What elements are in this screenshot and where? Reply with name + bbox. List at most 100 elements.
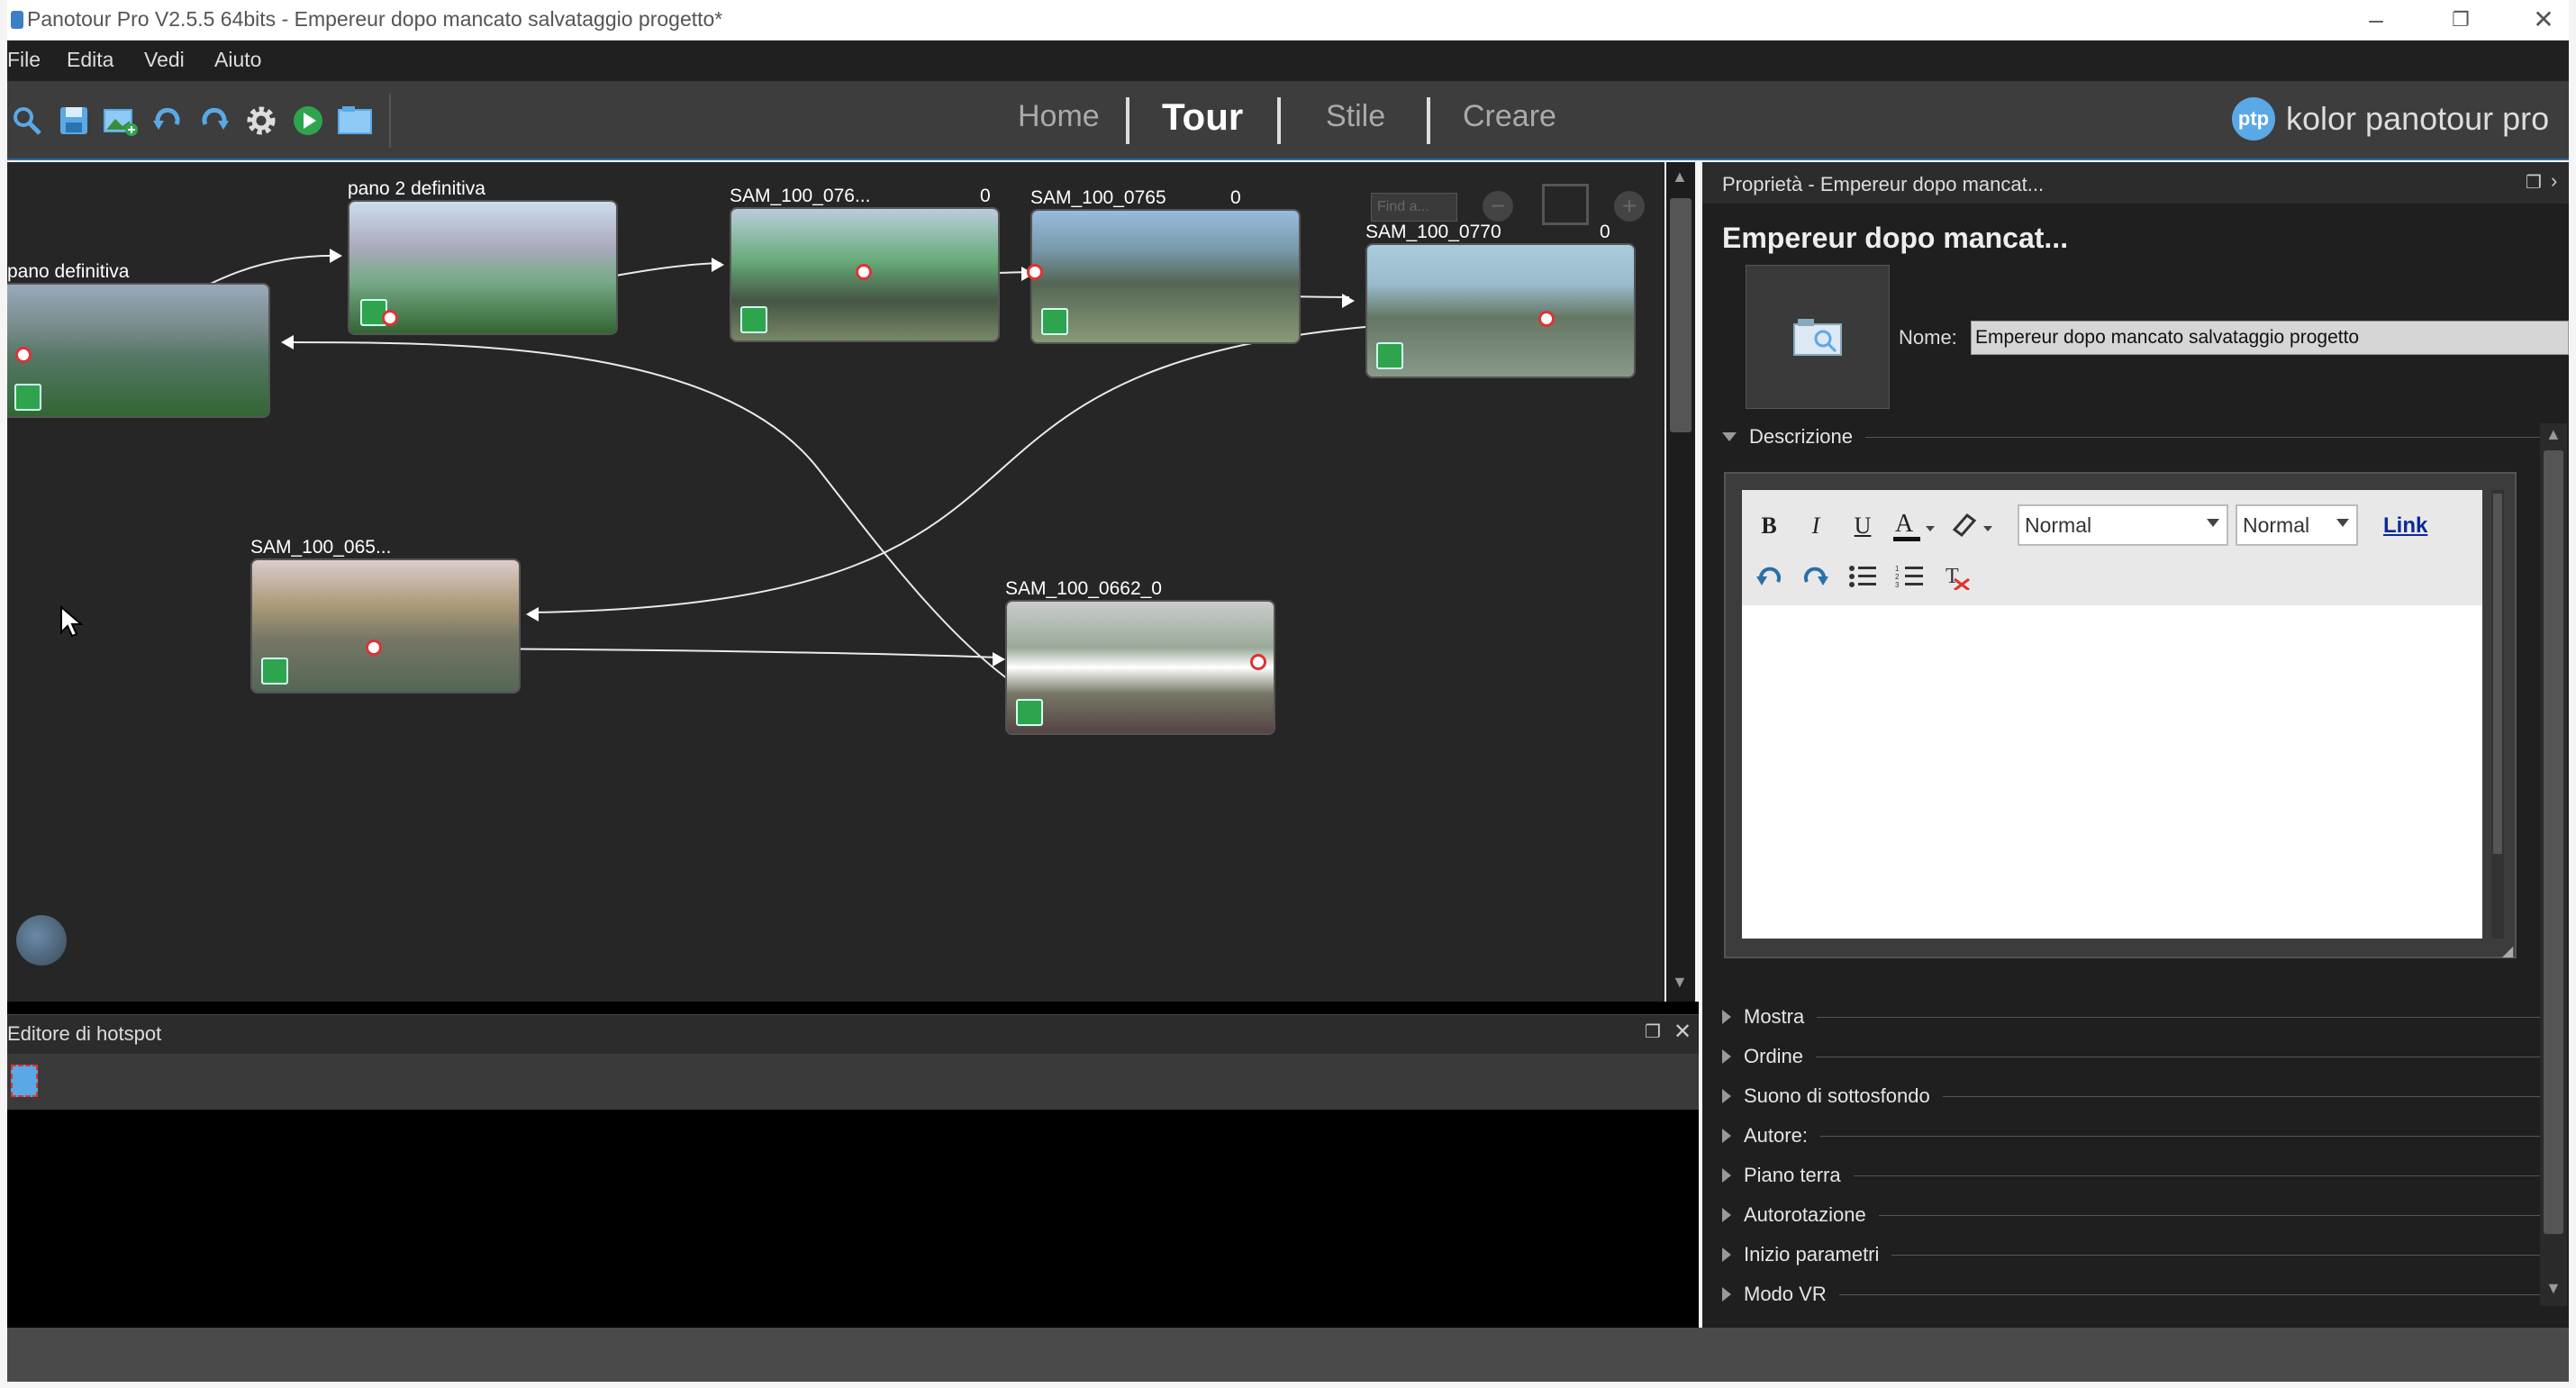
editor-redo-icon[interactable] bbox=[1796, 557, 1836, 596]
hotspot-point[interactable] bbox=[856, 264, 872, 280]
minimize-button[interactable]: – bbox=[2358, 4, 2394, 36]
text-color-icon: A bbox=[1893, 510, 1935, 541]
hotspot-point[interactable] bbox=[15, 347, 32, 363]
undo-icon[interactable] bbox=[148, 101, 187, 141]
fit-view-icon[interactable] bbox=[1542, 184, 1589, 225]
folder-icon[interactable] bbox=[335, 101, 375, 141]
editor-scroll-thumb[interactable] bbox=[2493, 494, 2502, 854]
hotspot-point[interactable] bbox=[366, 640, 382, 656]
expand-triangle-icon bbox=[1722, 1129, 1731, 1143]
font-size-select[interactable]: Normal bbox=[2236, 504, 2358, 546]
numbered-list-icon[interactable]: 123 bbox=[1890, 557, 1929, 596]
pano-node[interactable] bbox=[1005, 600, 1275, 735]
menu-edita[interactable]: Edita bbox=[67, 48, 113, 72]
panel-close-icon[interactable]: › bbox=[2551, 169, 2557, 193]
redo-icon[interactable] bbox=[195, 101, 234, 141]
close-button[interactable]: ✕ bbox=[2526, 4, 2562, 36]
float-panel-icon[interactable]: ❐ bbox=[2526, 171, 2542, 194]
properties-heading: Empereur dopo mancat... bbox=[1722, 222, 2069, 254]
expand-triangle-icon bbox=[1722, 1287, 1731, 1302]
menu-vedi[interactable]: Vedi bbox=[144, 48, 185, 72]
close-panel-icon[interactable]: ✕ bbox=[1673, 1019, 1692, 1045]
save-icon[interactable] bbox=[54, 101, 94, 141]
expand-triangle-icon bbox=[1722, 1208, 1731, 1222]
zoom-out-icon[interactable]: − bbox=[1483, 191, 1513, 222]
search-icon[interactable] bbox=[7, 101, 47, 141]
editor-undo-icon[interactable] bbox=[1749, 557, 1789, 596]
scroll-down-icon[interactable]: ▼ bbox=[2545, 1279, 2562, 1298]
tab-creare[interactable]: Creare bbox=[1463, 99, 1556, 134]
project-thumbnail[interactable] bbox=[1746, 265, 1890, 409]
graph-scrollbar[interactable]: ▲ ▼ bbox=[1666, 162, 1695, 1002]
hotspot-point[interactable] bbox=[1027, 264, 1043, 280]
section-descrizione[interactable]: Descrizione bbox=[1722, 425, 2542, 449]
find-input[interactable]: Find a... bbox=[1371, 193, 1457, 222]
node-title: pano 2 definitiva bbox=[348, 178, 485, 199]
editor-scrollbar[interactable] bbox=[2491, 490, 2504, 939]
section-inizio-parametri[interactable]: Inizio parametri bbox=[1722, 1243, 2542, 1266]
float-panel-icon[interactable]: ❐ bbox=[1645, 1021, 1661, 1043]
divider bbox=[1864, 436, 2542, 438]
section-mostra[interactable]: Mostra bbox=[1722, 1005, 2542, 1029]
settings-icon[interactable] bbox=[241, 101, 281, 141]
italic-button[interactable]: I bbox=[1796, 506, 1836, 546]
collapse-triangle-icon bbox=[1722, 432, 1737, 441]
text-color-button[interactable]: A bbox=[1888, 506, 1940, 546]
name-label: Nome: bbox=[1899, 326, 1957, 349]
hotspot-point[interactable] bbox=[382, 310, 398, 326]
bold-button[interactable]: B bbox=[1749, 506, 1789, 546]
clear-format-icon[interactable]: T bbox=[1937, 557, 1976, 596]
resize-grip-icon[interactable]: ◢ bbox=[2502, 942, 2513, 960]
format-select[interactable]: Normal bbox=[2018, 504, 2228, 546]
section-modo-vr[interactable]: Modo VR bbox=[1722, 1283, 2542, 1306]
brand-logo: ptp kolor panotour pro bbox=[2232, 92, 2549, 146]
hotspot-toolbar bbox=[7, 1054, 1699, 1110]
hotspot-point[interactable] bbox=[1538, 311, 1555, 327]
tab-separator bbox=[1126, 97, 1129, 144]
divider bbox=[1878, 1214, 2542, 1216]
hotspot-editor: Editore di hotspot ❐ ✕ bbox=[7, 1002, 1699, 1328]
hotspot-point[interactable] bbox=[1250, 654, 1266, 670]
scroll-thumb[interactable] bbox=[2544, 450, 2563, 1234]
tab-home[interactable]: Home bbox=[1018, 99, 1100, 134]
highlight-button[interactable] bbox=[1946, 506, 1998, 546]
bullet-list-icon[interactable] bbox=[1843, 557, 1882, 596]
pano-thumbnail bbox=[1032, 211, 1299, 342]
restore-button[interactable]: ❐ bbox=[2443, 4, 2479, 36]
hotspot-select-icon[interactable] bbox=[11, 1065, 38, 1097]
pano-node[interactable] bbox=[7, 283, 270, 418]
menu-aiuto[interactable]: Aiuto bbox=[214, 48, 261, 72]
tab-tour[interactable]: Tour bbox=[1162, 95, 1243, 139]
name-input[interactable]: Empereur dopo mancato salvataggio proget… bbox=[1971, 321, 2569, 355]
menu-file[interactable]: File bbox=[7, 48, 41, 72]
section-ordine[interactable]: Ordine bbox=[1722, 1045, 2542, 1068]
section-piano-terra[interactable]: Piano terra bbox=[1722, 1164, 2542, 1187]
svg-text:3: 3 bbox=[1895, 581, 1900, 589]
pano-node[interactable] bbox=[250, 558, 521, 694]
section-autore[interactable]: Autore: bbox=[1722, 1124, 2542, 1148]
section-autorotazione[interactable]: Autorotazione bbox=[1722, 1203, 2542, 1227]
pano-node[interactable] bbox=[1365, 243, 1636, 378]
scroll-up-icon[interactable]: ▲ bbox=[2545, 425, 2562, 444]
window-title: Panotour Pro V2.5.5 64bits - Empereur do… bbox=[27, 7, 723, 31]
scroll-down-icon[interactable]: ▼ bbox=[1672, 973, 1688, 992]
zoom-in-icon[interactable]: + bbox=[1614, 191, 1645, 222]
globe-icon[interactable] bbox=[16, 915, 67, 966]
play-icon[interactable] bbox=[288, 101, 328, 141]
scroll-thumb[interactable] bbox=[1670, 198, 1692, 432]
add-panorama-icon[interactable] bbox=[101, 101, 141, 141]
description-text-area[interactable] bbox=[1742, 605, 2482, 939]
underline-button[interactable]: U bbox=[1843, 506, 1882, 546]
section-label: Piano terra bbox=[1744, 1164, 1841, 1186]
section-label: Inizio parametri bbox=[1744, 1243, 1880, 1266]
section-suono[interactable]: Suono di sottosfondo bbox=[1722, 1084, 2542, 1108]
tab-stile[interactable]: Stile bbox=[1326, 99, 1385, 134]
pano-badge-icon bbox=[1041, 308, 1068, 335]
tour-graph-canvas[interactable]: Find a... − + pano definitiva pano 2 def… bbox=[7, 162, 1664, 1002]
properties-scrollbar[interactable]: ▲ ▼ bbox=[2540, 423, 2567, 1306]
highlight-icon bbox=[1952, 513, 1992, 538]
format-select-value: Normal bbox=[2025, 513, 2092, 537]
link-button[interactable]: Link bbox=[2383, 513, 2427, 539]
pano-node[interactable] bbox=[1030, 209, 1301, 344]
scroll-up-icon[interactable]: ▲ bbox=[1672, 168, 1688, 186]
